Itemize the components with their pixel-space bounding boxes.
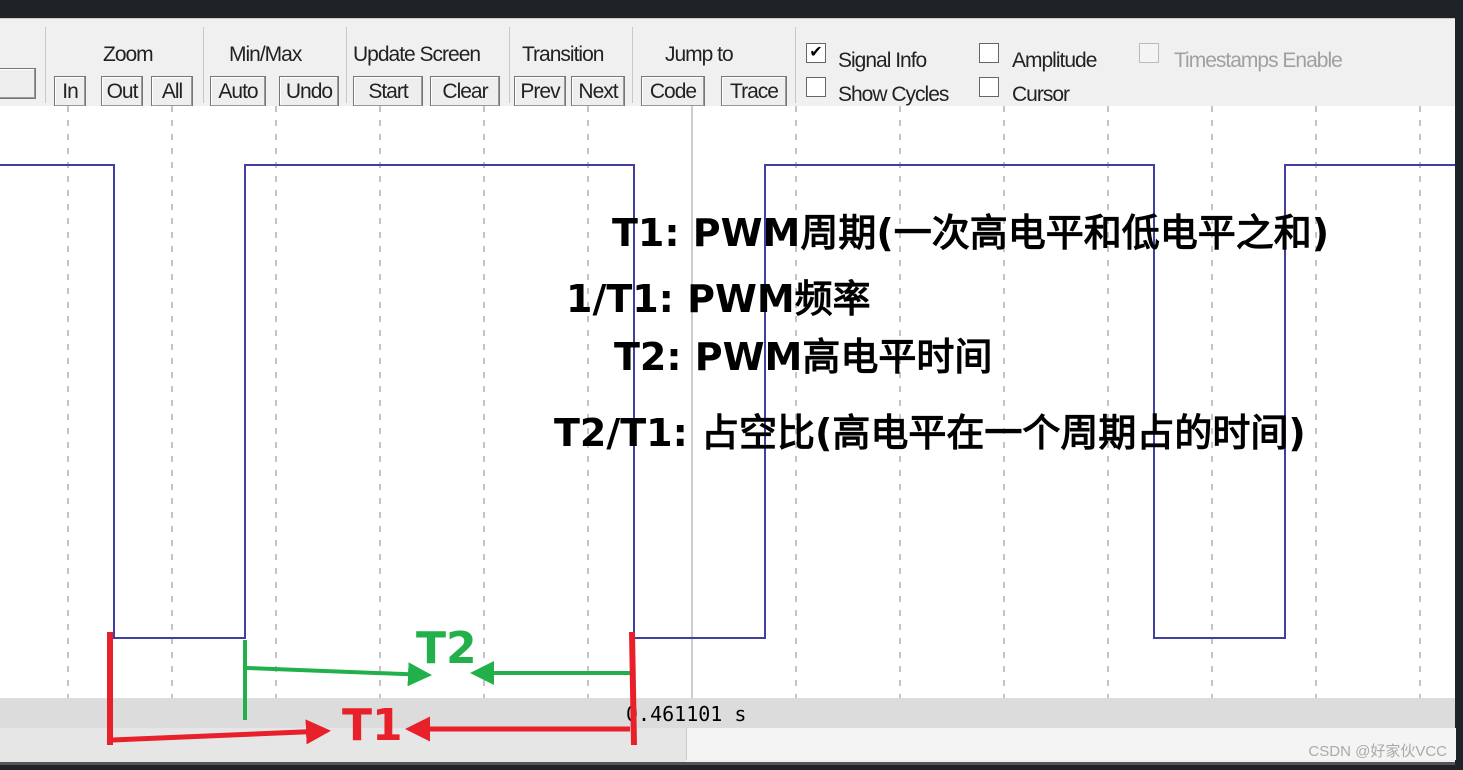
annotation-overlay: T2 T1 <box>107 623 637 751</box>
t1-label: T1 <box>342 700 403 751</box>
t2-label: T2 <box>416 623 477 674</box>
t2-marker: T2 <box>243 623 635 720</box>
t1-marker: T1 <box>107 631 637 751</box>
